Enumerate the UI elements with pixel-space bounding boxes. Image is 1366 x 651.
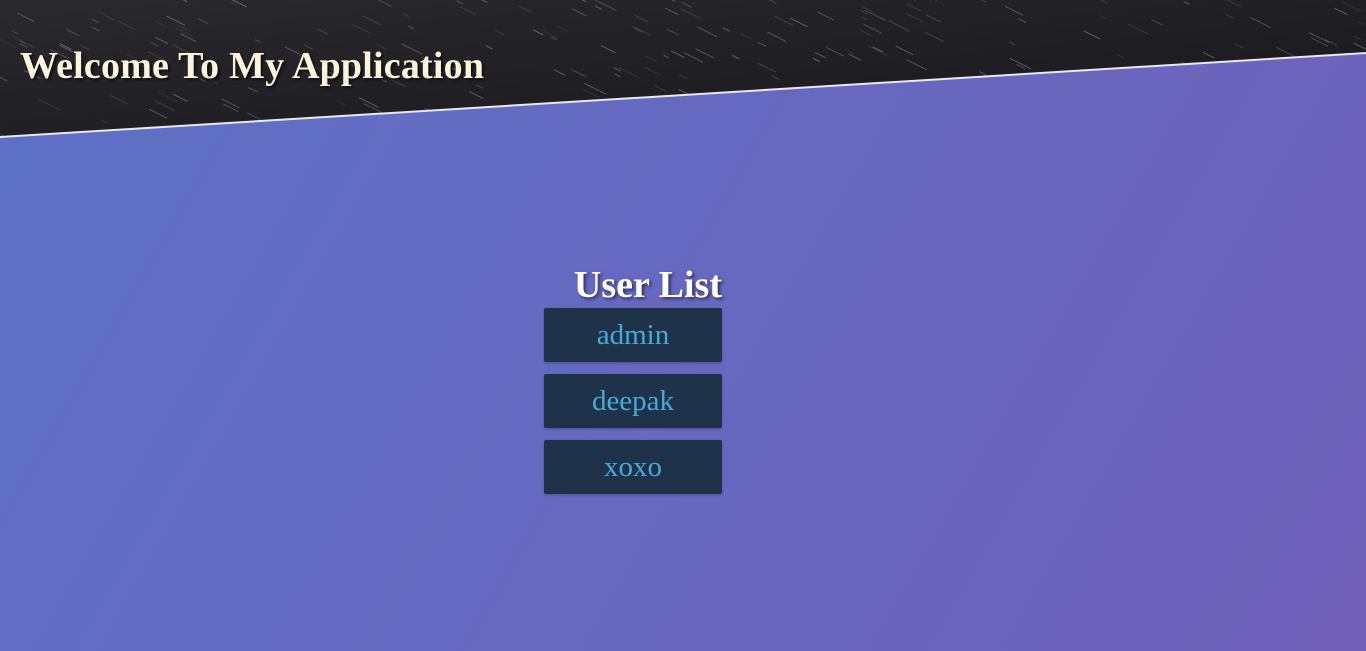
- app-title: Welcome To My Application: [20, 45, 485, 87]
- user-name: xoxo: [604, 450, 662, 483]
- user-name: deepak: [591, 384, 675, 417]
- user-item-deepak[interactable]: deepak: [544, 374, 722, 428]
- user-item-xoxo[interactable]: xoxo: [544, 440, 722, 494]
- user-list: admin deepak xoxo: [544, 308, 722, 494]
- user-list-heading: User List: [573, 264, 722, 306]
- app-page: Welcome To My Application User List admi…: [0, 0, 1366, 651]
- user-name: admin: [596, 318, 670, 351]
- user-item-admin[interactable]: admin: [544, 308, 722, 362]
- user-list-panel: User List admin deepak xoxo: [544, 262, 722, 506]
